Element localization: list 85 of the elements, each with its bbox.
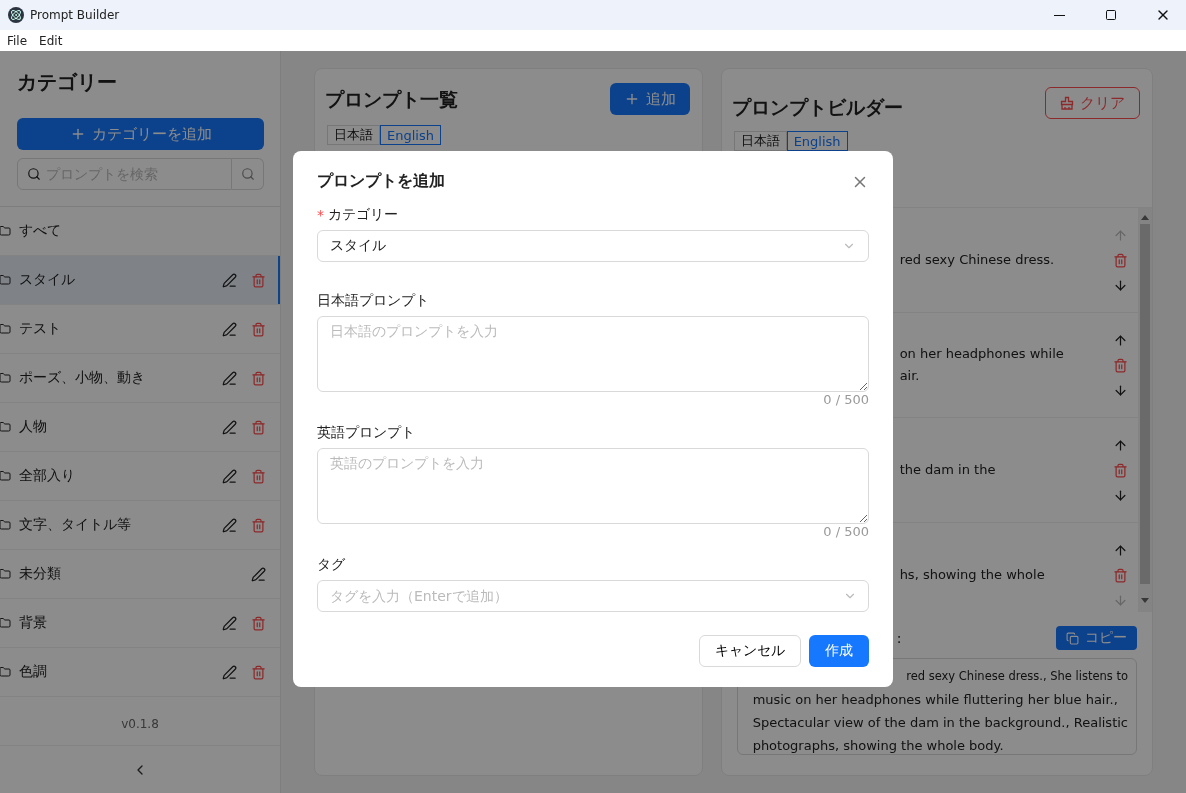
menu-item[interactable]: File	[7, 33, 28, 48]
app-icon	[8, 7, 24, 23]
edit-icon[interactable]	[222, 370, 237, 386]
prompt-text: the dam in the	[899, 461, 997, 479]
folder-icon	[0, 470, 11, 482]
window-title: Prompt Builder	[30, 8, 121, 22]
edit-icon[interactable]	[222, 664, 237, 680]
delete-icon[interactable]	[251, 468, 266, 484]
char-counter: 0 / 500	[823, 392, 869, 409]
prompt-field[interactable]: 英語のプロンプトを入力	[317, 448, 869, 524]
delete-icon[interactable]	[1113, 357, 1128, 373]
delete-icon[interactable]	[251, 419, 266, 435]
search-icon	[27, 167, 41, 181]
language-tab[interactable]: 日本語	[733, 131, 787, 151]
panel-title: プロンプト一覧	[325, 87, 458, 112]
output-text: Spectacular view of the dam in the background., Realistic	[752, 714, 1128, 732]
add-button[interactable]: 追加	[609, 83, 690, 115]
tag-field[interactable]: タグを入力（Enterで追加）	[317, 580, 869, 612]
folder-icon	[0, 421, 11, 433]
folder-icon	[0, 225, 11, 237]
search-icon	[240, 167, 255, 181]
delete-icon[interactable]	[251, 517, 266, 533]
add-category-button[interactable]: カテゴリーを追加	[17, 118, 264, 150]
folder-icon	[0, 323, 11, 335]
broom-icon	[1060, 96, 1074, 110]
sidebar-title: カテゴリー	[17, 69, 118, 96]
scroll-thumb[interactable]	[1140, 224, 1150, 584]
category-select[interactable]: スタイル	[317, 230, 869, 262]
output-label: :	[896, 630, 902, 646]
folder-icon	[0, 568, 11, 580]
maximize-icon	[1105, 9, 1117, 21]
down-arrow-icon[interactable]	[1113, 382, 1128, 398]
char-counter: 0 / 500	[823, 524, 869, 541]
delete-icon[interactable]	[251, 615, 266, 631]
field-label: 英語プロンプト	[317, 424, 415, 442]
folder-icon	[0, 519, 11, 531]
menu-item[interactable]: Edit	[39, 33, 63, 48]
category-item[interactable]: スタイル	[0, 256, 280, 305]
down-arrow-icon[interactable]	[1113, 487, 1128, 503]
output-text: photographs, showing the whole body.	[752, 737, 1005, 755]
output-text: red sexy Chinese dress., She listens to	[905, 668, 1128, 685]
edit-icon[interactable]	[222, 272, 237, 288]
field-label: タグ	[317, 556, 345, 574]
delete-icon[interactable]	[251, 664, 266, 680]
edit-icon[interactable]	[222, 468, 237, 484]
prompt-text: on her headphones while	[899, 345, 1065, 363]
copy-icon	[1066, 631, 1079, 645]
edit-icon[interactable]	[222, 419, 237, 435]
prompt-text: air.	[899, 367, 921, 385]
dialog-title: プロンプトを追加	[317, 171, 445, 192]
field-label: カテゴリー	[328, 206, 398, 224]
minimize-icon	[1053, 14, 1065, 16]
create-button[interactable]: 作成	[809, 635, 869, 667]
edit-icon[interactable]	[222, 321, 237, 337]
scroll-up-icon[interactable]	[1141, 214, 1149, 220]
field-label: 日本語プロンプト	[317, 292, 429, 310]
delete-icon[interactable]	[251, 370, 266, 386]
delete-icon[interactable]	[251, 321, 266, 337]
delete-icon[interactable]	[1113, 462, 1128, 478]
language-tab[interactable]: English	[380, 125, 441, 145]
folder-icon	[0, 617, 11, 629]
cancel-button[interactable]: キャンセル	[699, 635, 801, 667]
prompt-text: red sexy Chinese dress.	[899, 251, 1056, 269]
folder-icon	[0, 274, 11, 286]
delete-icon[interactable]	[1113, 252, 1128, 268]
down-arrow-icon[interactable]	[1113, 277, 1128, 293]
panel-title: プロンプトビルダー	[731, 95, 903, 120]
edit-icon[interactable]	[251, 566, 266, 582]
folder-icon	[0, 666, 11, 678]
required-mark: *	[317, 207, 324, 223]
scrollbar[interactable]	[1138, 208, 1152, 612]
prompt-field[interactable]: 日本語のプロンプトを入力	[317, 316, 869, 392]
edit-icon[interactable]	[222, 615, 237, 631]
language-tab[interactable]: English	[786, 131, 848, 151]
version-label: v0.1.8	[120, 717, 160, 731]
delete-icon[interactable]	[1113, 567, 1128, 583]
scroll-down-icon[interactable]	[1141, 598, 1149, 604]
copy-button[interactable]: コピー	[1056, 626, 1137, 650]
delete-icon[interactable]	[251, 272, 266, 288]
folder-icon	[0, 372, 11, 384]
edit-icon[interactable]	[222, 517, 237, 533]
prompt-text: hs, showing the whole	[899, 566, 1046, 584]
language-tab[interactable]: 日本語	[327, 125, 380, 145]
search-button[interactable]	[232, 158, 264, 190]
output-text: music on her headphones while fluttering her blue hair.,	[752, 691, 1119, 709]
